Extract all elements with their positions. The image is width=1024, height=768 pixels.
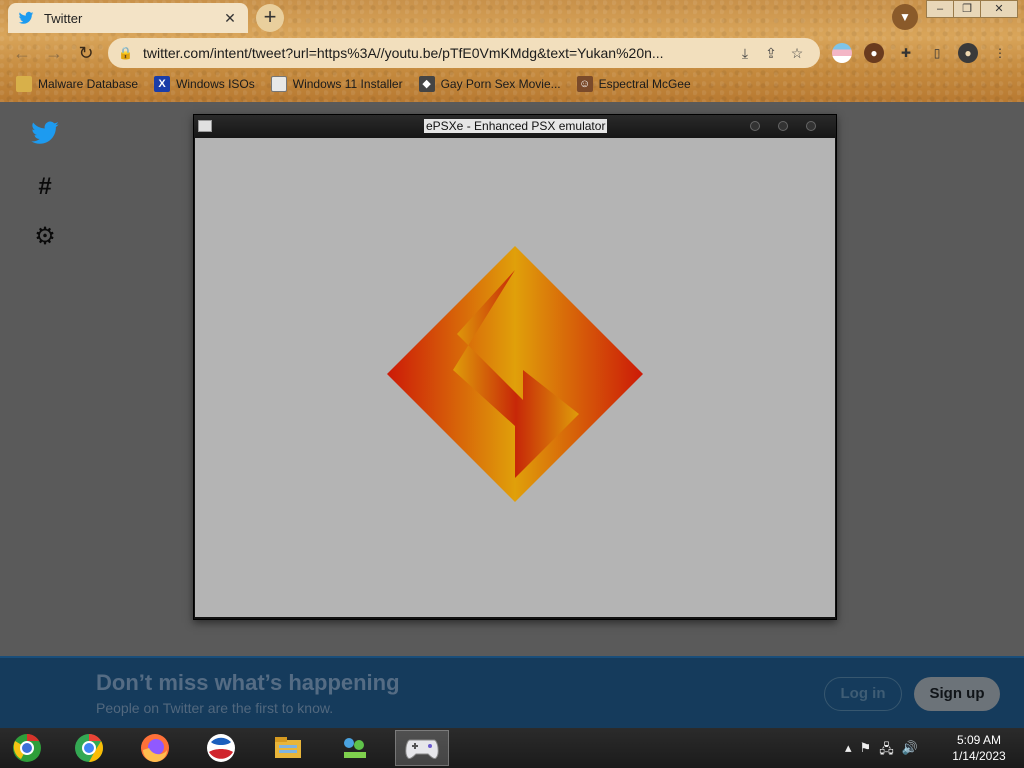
chrome-icon[interactable] (62, 730, 116, 766)
menu-kebab-icon[interactable]: ⋮ (990, 43, 1010, 63)
folder-icon (16, 76, 32, 92)
signup-button[interactable]: Sign up (914, 677, 1000, 711)
window-restore-button[interactable]: ❐ (953, 0, 981, 18)
clock-date: 1/14/2023 (952, 749, 1006, 763)
browser-frame: Twitter ✕ + ▼ – ❐ ✕ ← → ↻ 🔒 twitter.com/… (0, 0, 1024, 102)
bookmark-label: Gay Porn Sex Movie... (440, 77, 561, 91)
profile-extension-icon[interactable]: ● (864, 43, 884, 63)
bookmark-label: Windows 11 Installer (292, 77, 403, 91)
epsxe-titlebar[interactable]: ePSXe - Enhanced PSX emulator (194, 115, 836, 138)
new-tab-button[interactable]: + (256, 4, 284, 32)
lock-icon[interactable]: 🔒 (118, 46, 133, 60)
account-avatar-icon[interactable]: ● (958, 43, 978, 63)
epsxe-gamepad-icon[interactable] (395, 730, 449, 766)
bookmarks-bar: Malware Database X Windows ISOs Windows … (0, 72, 1024, 96)
bookmark-windows-isos[interactable]: X Windows ISOs (154, 76, 255, 92)
tab-close-icon[interactable]: ✕ (222, 10, 238, 27)
firefox-icon[interactable] (128, 730, 182, 766)
bookmark-site[interactable]: ◆ Gay Porn Sex Movie... (418, 76, 561, 92)
bookmark-windows-11-installer[interactable]: Windows 11 Installer (270, 76, 403, 92)
network-icon[interactable]: 🖧 (879, 740, 894, 762)
promo-subtitle: People on Twitter are the first to know. (96, 700, 334, 716)
epsxe-maximize-button[interactable] (778, 121, 788, 131)
volume-icon[interactable]: 🔊 (902, 740, 918, 762)
twitter-bird-icon[interactable] (30, 118, 60, 148)
epsxe-close-button[interactable] (806, 121, 816, 131)
browser-toolbar: ← → ↻ 🔒 twitter.com/intent/tweet?url=htt… (0, 36, 1024, 70)
epsxe-window-title: ePSXe - Enhanced PSX emulator (424, 119, 608, 133)
tab-search-chevron-icon[interactable]: ▼ (892, 4, 918, 30)
bookmark-label: Espectral McGee (598, 77, 691, 91)
tab-title: Twitter (44, 10, 83, 26)
clock-time: 5:09 AM (956, 733, 1002, 747)
x-icon: X (154, 76, 171, 92)
settings-gear-icon[interactable]: ⚙ (30, 222, 60, 252)
face-icon: ☺ (576, 76, 593, 92)
epsxe-app-icon[interactable] (198, 120, 212, 132)
bookmark-star-icon[interactable]: ☆ (784, 45, 810, 62)
login-button[interactable]: Log in (824, 677, 902, 711)
bookmark-malware-database[interactable]: Malware Database (16, 76, 138, 92)
url-text[interactable]: twitter.com/intent/tweet?url=https%3A//y… (143, 45, 732, 61)
emulator-screen[interactable] (195, 138, 835, 617)
promo-title: Don’t miss what’s happening (96, 670, 400, 695)
extensions-puzzle-icon[interactable]: ✚ (896, 43, 916, 63)
bookmark-espectral-mcgee[interactable]: ☺ Espectral McGee (576, 76, 691, 92)
bookmark-label: Windows ISOs (176, 77, 255, 91)
window-close-button[interactable]: ✕ (980, 0, 1018, 18)
system-tray: ▴ ⚑ 🖧 🔊 (845, 740, 918, 762)
bookmark-label: Malware Database (38, 77, 139, 91)
image-icon (270, 76, 287, 92)
show-hidden-icons-chevron-icon[interactable]: ▴ (845, 740, 852, 762)
install-app-icon[interactable]: ⤓ (732, 45, 758, 62)
site-icon: ◆ (418, 76, 435, 92)
epsxe-window[interactable]: ePSXe - Enhanced PSX emulator (193, 114, 837, 620)
share-icon[interactable]: ⇪ (758, 45, 784, 62)
windows-taskbar: ▴ ⚑ 🖧 🔊 5:09 AM 1/14/2023 (0, 728, 1024, 768)
trans-flag-extension-icon[interactable] (832, 43, 852, 63)
tab-twitter[interactable]: Twitter ✕ (8, 3, 248, 33)
login-promo-banner: Don’t miss what’s happening People on Tw… (0, 656, 1024, 728)
file-explorer-icon[interactable] (261, 730, 315, 766)
back-button[interactable]: ← (10, 41, 34, 65)
forward-button[interactable]: → (42, 41, 66, 65)
address-bar[interactable]: 🔒 twitter.com/intent/tweet?url=https%3A/… (108, 38, 820, 68)
window-minimize-button[interactable]: – (926, 0, 954, 18)
obama-logo-icon[interactable] (194, 730, 248, 766)
sony-computer-entertainment-logo-icon (387, 246, 643, 502)
twitter-favicon-icon (18, 11, 34, 24)
chrome-old-icon[interactable] (0, 730, 54, 766)
hashtag-icon[interactable]: # (30, 172, 60, 202)
reload-button[interactable]: ↻ (74, 41, 98, 65)
epsxe-minimize-button[interactable] (750, 121, 760, 131)
taskbar-clock[interactable]: 5:09 AM 1/14/2023 (944, 732, 1014, 764)
network-people-icon[interactable] (327, 730, 381, 766)
action-center-flag-icon[interactable]: ⚑ (860, 740, 872, 762)
side-panel-icon[interactable]: ▯ (927, 43, 947, 63)
